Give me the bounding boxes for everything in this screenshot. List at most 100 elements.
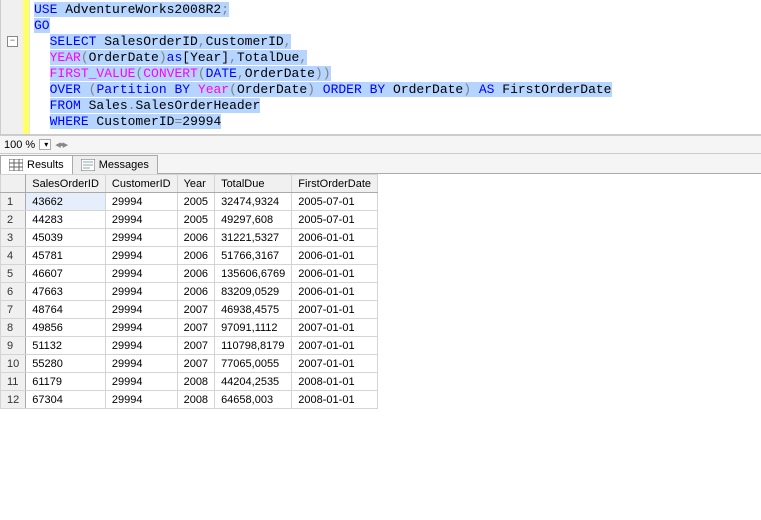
table-row[interactable]: 34503929994200631221,53272006-01-01 [1, 229, 378, 247]
cell[interactable]: 49297,608 [215, 211, 292, 229]
code-line[interactable]: USE AdventureWorks2008R2; [34, 2, 757, 18]
cell[interactable]: 29994 [105, 391, 177, 409]
column-header[interactable]: CustomerID [105, 175, 177, 193]
zoom-dropdown[interactable]: ▾ [39, 139, 51, 150]
cell[interactable]: 44283 [26, 211, 106, 229]
code-line[interactable]: FIRST_VALUE(CONVERT(DATE,OrderDate)) [34, 66, 757, 82]
cell[interactable]: 45781 [26, 247, 106, 265]
cell[interactable]: 2007-01-01 [292, 337, 378, 355]
cell[interactable]: 29994 [105, 319, 177, 337]
cell[interactable]: 2008-01-01 [292, 373, 378, 391]
cell[interactable]: 29994 [105, 211, 177, 229]
table-row[interactable]: 44578129994200651766,31672006-01-01 [1, 247, 378, 265]
cell[interactable]: 45039 [26, 229, 106, 247]
cell[interactable]: 2007-01-01 [292, 301, 378, 319]
table-row[interactable]: 14366229994200532474,93242005-07-01 [1, 193, 378, 211]
cell[interactable]: 29994 [105, 247, 177, 265]
cell[interactable]: 55280 [26, 355, 106, 373]
table-row[interactable]: 24428329994200549297,6082005-07-01 [1, 211, 378, 229]
table-row[interactable]: 74876429994200746938,45752007-01-01 [1, 301, 378, 319]
cell[interactable]: 31221,5327 [215, 229, 292, 247]
cell[interactable]: 29994 [105, 283, 177, 301]
cell[interactable]: 2005-07-01 [292, 211, 378, 229]
code-line[interactable]: SELECT SalesOrderID,CustomerID, [34, 34, 757, 50]
row-number[interactable]: 4 [1, 247, 26, 265]
table-row[interactable]: 116117929994200844204,25352008-01-01 [1, 373, 378, 391]
code-line[interactable]: FROM Sales.SalesOrderHeader [34, 98, 757, 114]
row-number[interactable]: 6 [1, 283, 26, 301]
cell[interactable]: 29994 [105, 337, 177, 355]
cell[interactable]: 43662 [26, 193, 106, 211]
code-area[interactable]: USE AdventureWorks2008R2;GO SELECT Sales… [30, 0, 761, 134]
cell[interactable]: 51766,3167 [215, 247, 292, 265]
row-number[interactable]: 5 [1, 265, 26, 283]
table-row[interactable]: 84985629994200797091,11122007-01-01 [1, 319, 378, 337]
tab-messages[interactable]: Messages [72, 155, 158, 174]
row-number[interactable]: 1 [1, 193, 26, 211]
cell[interactable]: 2007 [177, 337, 214, 355]
code-line[interactable]: OVER (Partition BY Year(OrderDate) ORDER… [34, 82, 757, 98]
cell[interactable]: 32474,9324 [215, 193, 292, 211]
code-line[interactable]: GO [34, 18, 757, 34]
cell[interactable]: 64658,003 [215, 391, 292, 409]
cell[interactable]: 44204,2535 [215, 373, 292, 391]
cell[interactable]: 2005-07-01 [292, 193, 378, 211]
cell[interactable]: 110798,8179 [215, 337, 292, 355]
cell[interactable]: 29994 [105, 229, 177, 247]
cell[interactable]: 2008 [177, 391, 214, 409]
row-number[interactable]: 10 [1, 355, 26, 373]
row-number[interactable]: 9 [1, 337, 26, 355]
cell[interactable]: 2006-01-01 [292, 229, 378, 247]
cell[interactable]: 2007-01-01 [292, 319, 378, 337]
cell[interactable]: 2005 [177, 211, 214, 229]
cell[interactable]: 2006 [177, 247, 214, 265]
row-number[interactable]: 11 [1, 373, 26, 391]
collapse-toggle[interactable]: − [7, 36, 18, 47]
table-row[interactable]: 64766329994200683209,05292006-01-01 [1, 283, 378, 301]
table-row[interactable]: 546607299942006135606,67692006-01-01 [1, 265, 378, 283]
column-header[interactable]: Year [177, 175, 214, 193]
cell[interactable]: 2006 [177, 265, 214, 283]
cell[interactable]: 46607 [26, 265, 106, 283]
row-number[interactable]: 7 [1, 301, 26, 319]
results-grid[interactable]: SalesOrderIDCustomerIDYearTotalDueFirstO… [0, 174, 378, 409]
cell[interactable]: 29994 [105, 301, 177, 319]
row-header-blank[interactable] [1, 175, 26, 193]
cell[interactable]: 2007 [177, 301, 214, 319]
cell[interactable]: 2005 [177, 193, 214, 211]
code-line[interactable]: YEAR(OrderDate)as[Year],TotalDue, [34, 50, 757, 66]
row-number[interactable]: 12 [1, 391, 26, 409]
cell[interactable]: 29994 [105, 373, 177, 391]
row-number[interactable]: 3 [1, 229, 26, 247]
cell[interactable]: 29994 [105, 265, 177, 283]
cell[interactable]: 2007 [177, 319, 214, 337]
table-row[interactable]: 951132299942007110798,81792007-01-01 [1, 337, 378, 355]
column-header[interactable]: FirstOrderDate [292, 175, 378, 193]
cell[interactable]: 49856 [26, 319, 106, 337]
cell[interactable]: 2006-01-01 [292, 247, 378, 265]
row-number[interactable]: 2 [1, 211, 26, 229]
cell[interactable]: 2006-01-01 [292, 283, 378, 301]
cell[interactable]: 2006-01-01 [292, 265, 378, 283]
table-row[interactable]: 126730429994200864658,0032008-01-01 [1, 391, 378, 409]
scroll-grip-icon[interactable]: ◂▪▸ [55, 138, 67, 151]
cell[interactable]: 2007 [177, 355, 214, 373]
cell[interactable]: 29994 [105, 355, 177, 373]
cell[interactable]: 135606,6769 [215, 265, 292, 283]
cell[interactable]: 61179 [26, 373, 106, 391]
column-header[interactable]: TotalDue [215, 175, 292, 193]
cell[interactable]: 2007-01-01 [292, 355, 378, 373]
cell[interactable]: 2008-01-01 [292, 391, 378, 409]
cell[interactable]: 29994 [105, 193, 177, 211]
cell[interactable]: 46938,4575 [215, 301, 292, 319]
cell[interactable]: 67304 [26, 391, 106, 409]
cell[interactable]: 47663 [26, 283, 106, 301]
cell[interactable]: 77065,0055 [215, 355, 292, 373]
table-row[interactable]: 105528029994200777065,00552007-01-01 [1, 355, 378, 373]
cell[interactable]: 2006 [177, 229, 214, 247]
cell[interactable]: 83209,0529 [215, 283, 292, 301]
cell[interactable]: 48764 [26, 301, 106, 319]
row-number[interactable]: 8 [1, 319, 26, 337]
cell[interactable]: 2008 [177, 373, 214, 391]
code-line[interactable]: WHERE CustomerID=29994 [34, 114, 757, 130]
